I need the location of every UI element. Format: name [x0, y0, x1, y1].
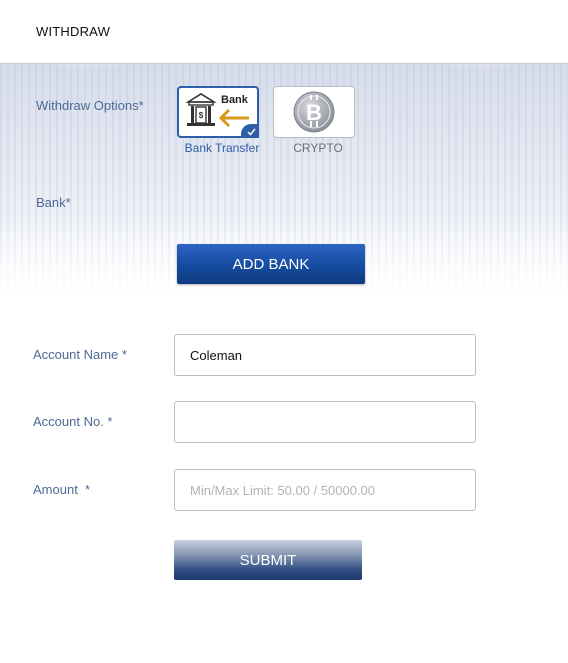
- selected-check-icon: [241, 124, 259, 138]
- svg-text:B: B: [306, 100, 322, 125]
- withdraw-options-label: Withdraw Options*: [36, 98, 144, 113]
- add-bank-button[interactable]: ADD BANK: [177, 244, 365, 284]
- account-no-label: Account No. *: [33, 414, 113, 429]
- option-crypto[interactable]: B: [273, 86, 355, 138]
- account-name-label: Account Name *: [33, 347, 127, 362]
- option-bank-transfer[interactable]: $ Bank: [177, 86, 259, 138]
- option-crypto-caption: CRYPTO: [293, 141, 343, 155]
- option-bank-transfer-caption: Bank Transfer: [184, 141, 260, 155]
- submit-button[interactable]: SUBMIT: [174, 540, 362, 580]
- account-name-input[interactable]: [174, 334, 476, 376]
- header-bar: WITHDRAW: [0, 0, 568, 64]
- bank-label: Bank*: [36, 195, 71, 210]
- page-title: WITHDRAW: [36, 24, 111, 39]
- amount-label: Amount *: [33, 482, 91, 497]
- svg-text:$: $: [199, 111, 204, 120]
- account-no-input[interactable]: [174, 401, 476, 443]
- amount-input[interactable]: [174, 469, 476, 511]
- bitcoin-icon: B: [293, 91, 335, 133]
- bank-icon-text: Bank: [221, 94, 248, 106]
